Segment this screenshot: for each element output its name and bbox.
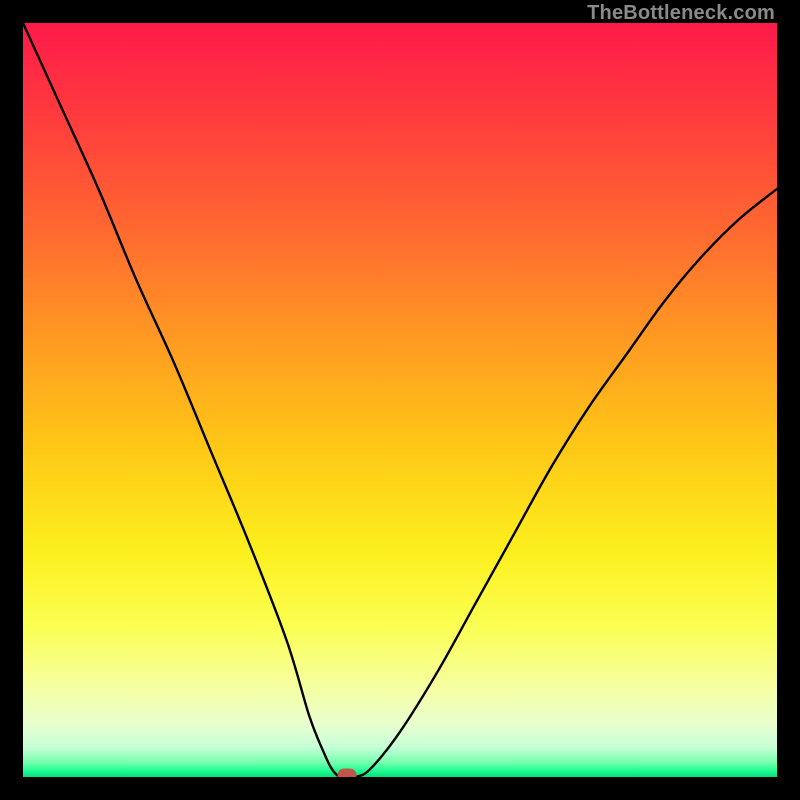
plot-area: [23, 23, 777, 777]
watermark-text: TheBottleneck.com: [587, 2, 775, 25]
bottleneck-curve-path: [23, 23, 777, 777]
curve-svg: [23, 23, 777, 777]
chart-frame: TheBottleneck.com: [0, 0, 800, 800]
optimal-point-marker: [338, 768, 357, 777]
